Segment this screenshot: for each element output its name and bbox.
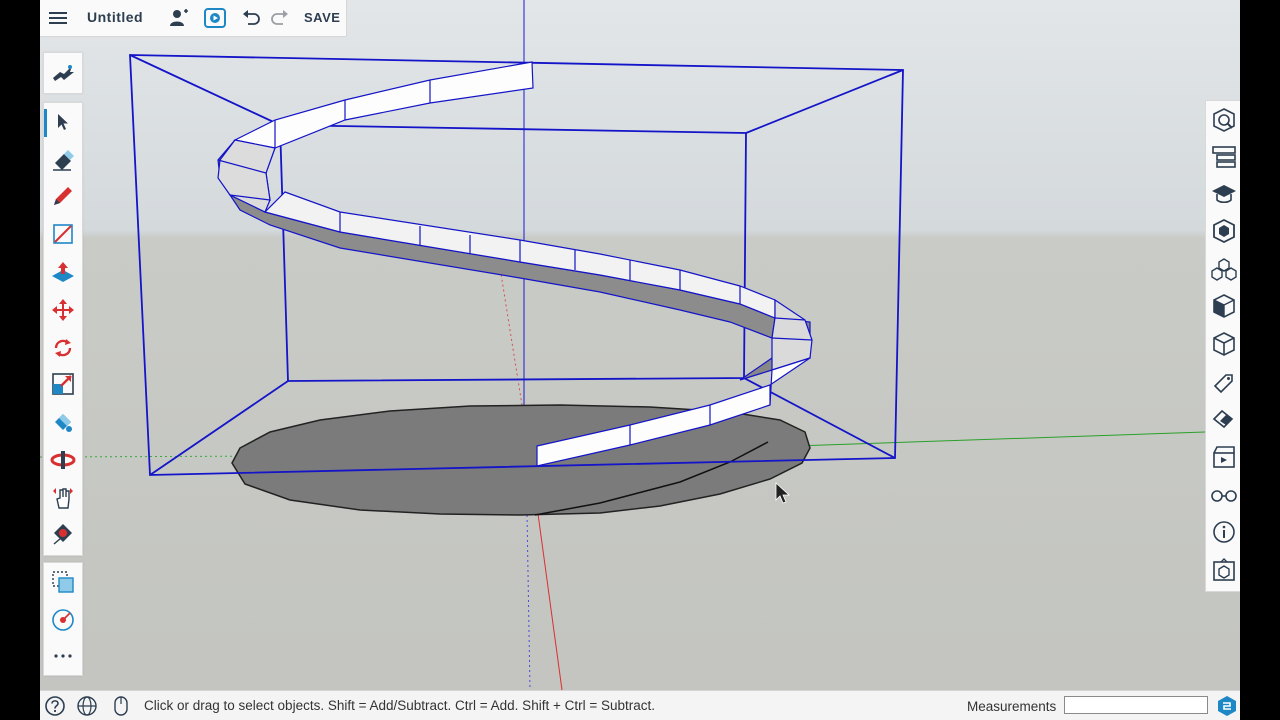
line-tool-icon[interactable] bbox=[44, 217, 82, 251]
document-title[interactable]: Untitled bbox=[87, 9, 143, 25]
instructor-icon[interactable] bbox=[1206, 176, 1240, 212]
components-icon[interactable] bbox=[1206, 213, 1240, 249]
3d-viewport[interactable] bbox=[40, 0, 1240, 690]
scale-tool-icon[interactable] bbox=[44, 367, 82, 401]
search-tool-icon[interactable] bbox=[44, 56, 82, 90]
measurements-label: Measurements bbox=[967, 699, 1057, 714]
solid-inspector-icon[interactable] bbox=[1206, 552, 1240, 588]
redo-icon[interactable] bbox=[269, 6, 291, 30]
views-glasses-icon[interactable] bbox=[1206, 477, 1240, 513]
save-button[interactable]: SAVE bbox=[304, 10, 340, 25]
3d-text-tool-icon[interactable] bbox=[44, 603, 82, 637]
tape-measure-tool-icon[interactable] bbox=[44, 517, 82, 551]
more-tools-icon[interactable] bbox=[44, 639, 82, 673]
tags-icon[interactable] bbox=[1206, 365, 1240, 401]
mouse-cursor bbox=[775, 482, 791, 504]
sketchup-logo-icon[interactable] bbox=[1216, 695, 1238, 717]
disc-base bbox=[231, 404, 811, 516]
share-user-icon[interactable] bbox=[167, 6, 191, 30]
soften-edges-icon[interactable] bbox=[1206, 401, 1240, 437]
mouse-icon[interactable] bbox=[110, 695, 132, 717]
eraser-tool-icon[interactable] bbox=[44, 143, 82, 177]
secondary-toolbox bbox=[43, 562, 83, 676]
right-panel bbox=[1205, 100, 1240, 592]
scenes-icon[interactable] bbox=[1206, 326, 1240, 362]
main-toolbox bbox=[43, 102, 83, 556]
model-info-icon[interactable] bbox=[1206, 514, 1240, 550]
pencil-tool-icon[interactable] bbox=[44, 179, 82, 213]
paint-bucket-tool-icon[interactable] bbox=[44, 405, 82, 439]
ramp-face-left-curve bbox=[217, 139, 276, 213]
rotate-tool-icon[interactable] bbox=[44, 331, 82, 365]
ramp-top-upper bbox=[233, 61, 534, 149]
select-tool-icon[interactable] bbox=[44, 105, 82, 139]
move-tool-icon[interactable] bbox=[44, 293, 82, 327]
styles-icon[interactable] bbox=[1206, 288, 1240, 324]
sketchup-app: Untitled SAVE Click or drag to select ob… bbox=[40, 0, 1240, 720]
status-hint-text: Click or drag to select objects. Shift =… bbox=[144, 698, 655, 713]
pan-tool-icon[interactable] bbox=[44, 481, 82, 515]
outliner-icon[interactable] bbox=[1206, 139, 1240, 175]
display-icon[interactable] bbox=[1206, 439, 1240, 475]
top-toolbar: Untitled SAVE bbox=[40, 0, 347, 37]
status-bar: Click or drag to select objects. Shift =… bbox=[40, 690, 1240, 720]
orbit-tool-icon[interactable] bbox=[44, 443, 82, 477]
help-icon[interactable] bbox=[44, 695, 66, 717]
model-canvas[interactable] bbox=[40, 0, 1240, 690]
search-toolbox bbox=[43, 52, 83, 94]
play-presentation-icon[interactable] bbox=[203, 6, 227, 30]
materials-icon[interactable] bbox=[1206, 251, 1240, 287]
entity-info-icon[interactable] bbox=[1206, 102, 1240, 138]
push-pull-tool-icon[interactable] bbox=[44, 255, 82, 289]
undo-icon[interactable] bbox=[240, 6, 262, 30]
section-plane-tool-icon[interactable] bbox=[44, 565, 82, 599]
measurements-input[interactable] bbox=[1064, 696, 1208, 714]
globe-icon[interactable] bbox=[76, 695, 98, 717]
hamburger-menu-icon[interactable] bbox=[47, 6, 69, 30]
